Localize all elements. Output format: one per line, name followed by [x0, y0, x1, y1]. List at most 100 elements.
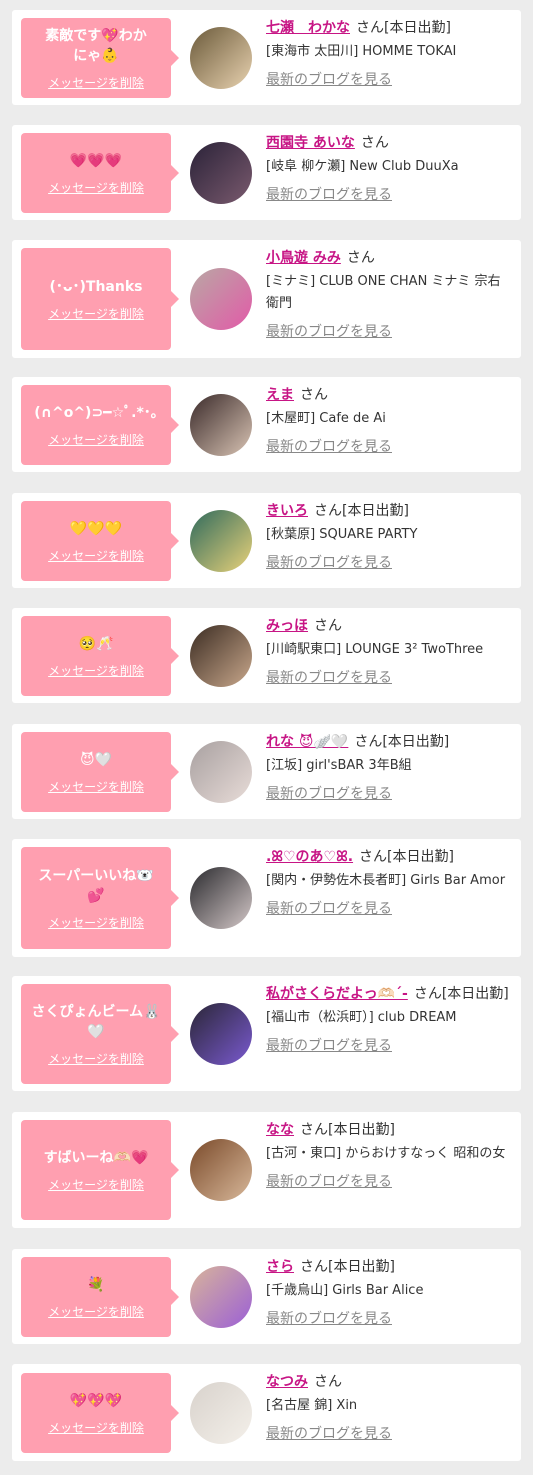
- latest-blog-link[interactable]: 最新のブログを見る: [266, 898, 392, 920]
- avatar[interactable]: [190, 1003, 252, 1065]
- avatar[interactable]: [190, 1266, 252, 1328]
- message-card: すばいーね🫶🏻💗 メッセージを削除 なな さん[本日出勤] [古河・東口] からおけすな…: [12, 1112, 521, 1228]
- cast-status: さん: [314, 1374, 342, 1390]
- shop-name: [川崎駅東口] LOUNGE 3² TwoThree: [266, 642, 484, 657]
- message-card: スーパーいいね🐻‍❄️ 💕 メッセージを削除 .ꕤ♡のあ♡ꕤ. さん[本日出勤] [関内…: [12, 839, 521, 957]
- delete-message-link[interactable]: メッセージを削除: [48, 662, 144, 679]
- avatar[interactable]: [190, 1382, 252, 1444]
- cast-status: さん[本日出勤]: [300, 1259, 395, 1275]
- cast-status: さん[本日出勤]: [356, 20, 451, 36]
- latest-blog-link[interactable]: 最新のブログを見る: [266, 1171, 392, 1193]
- message-text: 💗💗💗: [69, 152, 123, 169]
- delete-message-link[interactable]: メッセージを削除: [48, 1303, 144, 1320]
- cast-info: 西園寺 あいな さん [岐阜 柳ケ瀬] New Club DuuXa 最新のブログを見…: [266, 132, 511, 206]
- delete-message-link[interactable]: メッセージを削除: [48, 914, 144, 931]
- cast-status: さん[本日出勤]: [354, 734, 450, 750]
- cast-name-link[interactable]: さら: [266, 1259, 294, 1275]
- shop-name: [ミナミ] CLUB ONE CHAN ミナミ 宗右衛門: [266, 274, 501, 311]
- latest-blog-link[interactable]: 最新のブログを見る: [266, 69, 392, 91]
- delete-message-link[interactable]: メッセージを削除: [48, 305, 144, 322]
- latest-blog-link[interactable]: 最新のブログを見る: [266, 184, 392, 206]
- avatar[interactable]: [190, 142, 252, 204]
- message-card: 💐 メッセージを削除 さら さん[本日出勤] [千歳烏山] Girls Bar Alic…: [12, 1249, 521, 1344]
- cast-info: きいろ さん[本日出勤] [秋葉原] SQUARE PARTY 最新のブログを見る: [266, 500, 511, 574]
- message-text: 素敵です💖わか にゃ👶: [45, 27, 147, 64]
- cast-status: さん: [346, 250, 375, 266]
- name-line: みっほ さん: [266, 615, 511, 637]
- avatar[interactable]: [190, 268, 252, 330]
- latest-blog-link[interactable]: 最新のブログを見る: [266, 321, 392, 343]
- cast-status: さん: [300, 387, 328, 403]
- latest-blog-link[interactable]: 最新のブログを見る: [266, 783, 392, 805]
- name-line: 七瀬 わかな さん[本日出勤]: [266, 17, 511, 39]
- delete-message-link[interactable]: メッセージを削除: [48, 1050, 144, 1067]
- message-card: (･ᴗ･)Thanks メッセージを削除 小鳥遊 みみ さん [ミナミ] CLUB ON…: [12, 240, 521, 358]
- latest-blog-link[interactable]: 最新のブログを見る: [266, 436, 392, 458]
- message-bubble: 🥺🥂 メッセージを削除: [21, 616, 179, 696]
- message-card: 💛💛💛 メッセージを削除 きいろ さん[本日出勤] [秋葉原] SQUARE PARTY…: [12, 493, 521, 588]
- avatar[interactable]: [190, 741, 252, 803]
- name-line: れな 😈🪽🤍 さん[本日出勤]: [266, 731, 511, 753]
- cast-info: なな さん[本日出勤] [古河・東口] からおけすなっく 昭和の女 最新のブログを見る: [266, 1119, 511, 1193]
- cast-name-link[interactable]: れな 😈🪽🤍: [266, 734, 348, 750]
- shop-name: [秋葉原] SQUARE PARTY: [266, 527, 418, 542]
- delete-message-link[interactable]: メッセージを削除: [48, 1176, 144, 1193]
- message-card: 素敵です💖わか にゃ👶 メッセージを削除 七瀬 わかな さん[本日出勤] [東海市 太田…: [12, 10, 521, 105]
- cast-name-link[interactable]: 七瀬 わかな: [266, 20, 350, 36]
- cast-info: .ꕤ♡のあ♡ꕤ. さん[本日出勤] [関内・伊勢佐木長者町] Girls Bar A…: [266, 846, 511, 920]
- message-list: 素敵です💖わか にゃ👶 メッセージを削除 七瀬 わかな さん[本日出勤] [東海市 太田…: [0, 0, 533, 1475]
- message-card: 💗💗💗 メッセージを削除 西園寺 あいな さん [岐阜 柳ケ瀬] New Club Du…: [12, 125, 521, 220]
- message-bubble: すばいーね🫶🏻💗 メッセージを削除: [21, 1120, 179, 1220]
- delete-message-link[interactable]: メッセージを削除: [48, 431, 144, 448]
- cast-name-link[interactable]: なつみ: [266, 1374, 308, 1390]
- latest-blog-link[interactable]: 最新のブログを見る: [266, 1423, 392, 1445]
- message-card: (∩^o^)⊃━☆ﾟ.*･｡ メッセージを削除 えま さん [木屋町] Cafe de …: [12, 377, 521, 472]
- avatar[interactable]: [190, 27, 252, 89]
- avatar[interactable]: [190, 1139, 252, 1201]
- delete-message-link[interactable]: メッセージを削除: [48, 1419, 144, 1436]
- avatar[interactable]: [190, 625, 252, 687]
- message-bubble: (∩^o^)⊃━☆ﾟ.*･｡ メッセージを削除: [21, 385, 179, 465]
- delete-message-link[interactable]: メッセージを削除: [48, 74, 144, 91]
- cast-name-link[interactable]: きいろ: [266, 503, 308, 519]
- message-text: 💛💛💛: [69, 520, 123, 537]
- delete-message-link[interactable]: メッセージを削除: [48, 547, 144, 564]
- latest-blog-link[interactable]: 最新のブログを見る: [266, 552, 392, 574]
- shop-name: [千歳烏山] Girls Bar Alice: [266, 1283, 424, 1298]
- cast-name-link[interactable]: なな: [266, 1122, 294, 1138]
- cast-status: さん: [360, 135, 389, 151]
- cast-name-link[interactable]: みっほ: [266, 618, 308, 634]
- message-bubble: 💛💛💛 メッセージを削除: [21, 501, 179, 581]
- cast-info: さら さん[本日出勤] [千歳烏山] Girls Bar Alice 最新のブログを見…: [266, 1256, 511, 1330]
- cast-info: 小鳥遊 みみ さん [ミナミ] CLUB ONE CHAN ミナミ 宗右衛門最新のブ…: [266, 247, 511, 343]
- message-bubble: さくぴょんビーム🐰 🤍 メッセージを削除: [21, 984, 179, 1084]
- cast-info: えま さん [木屋町] Cafe de Ai 最新のブログを見る: [266, 384, 511, 458]
- shop-name: [関内・伊勢佐木長者町] Girls Bar Amor: [266, 873, 506, 888]
- delete-message-link[interactable]: メッセージを削除: [48, 179, 144, 196]
- latest-blog-link[interactable]: 最新のブログを見る: [266, 1308, 392, 1330]
- cast-name-link[interactable]: えま: [266, 387, 294, 403]
- message-text: 💐: [87, 1276, 105, 1293]
- message-text: 😈🤍: [79, 751, 113, 768]
- cast-info: 私がさくらだよっ🫶🏻ˊ- さん[本日出勤] [福山市（松浜町）] club DREA…: [266, 983, 511, 1057]
- latest-blog-link[interactable]: 最新のブログを見る: [266, 667, 392, 689]
- cast-status: さん[本日出勤]: [413, 986, 509, 1002]
- avatar[interactable]: [190, 394, 252, 456]
- cast-status: さん[本日出勤]: [359, 849, 454, 865]
- name-line: なな さん[本日出勤]: [266, 1119, 511, 1141]
- cast-name-link[interactable]: 私がさくらだよっ🫶🏻ˊ-: [266, 986, 408, 1002]
- delete-message-link[interactable]: メッセージを削除: [48, 778, 144, 795]
- name-line: 小鳥遊 みみ さん: [266, 247, 511, 269]
- cast-name-link[interactable]: 西園寺 あいな: [266, 135, 355, 151]
- name-line: 西園寺 あいな さん: [266, 132, 511, 154]
- avatar[interactable]: [190, 510, 252, 572]
- name-line: さら さん[本日出勤]: [266, 1256, 511, 1278]
- latest-blog-link[interactable]: 最新のブログを見る: [266, 1035, 392, 1057]
- message-text: さくぴょんビーム🐰 🤍: [31, 1003, 161, 1040]
- message-bubble: 💐 メッセージを削除: [21, 1257, 179, 1337]
- message-bubble: スーパーいいね🐻‍❄️ 💕 メッセージを削除: [21, 847, 179, 949]
- avatar[interactable]: [190, 867, 252, 929]
- name-line: なつみ さん: [266, 1371, 511, 1393]
- cast-name-link[interactable]: .ꕤ♡のあ♡ꕤ.: [266, 849, 353, 865]
- cast-name-link[interactable]: 小鳥遊 みみ: [266, 250, 341, 266]
